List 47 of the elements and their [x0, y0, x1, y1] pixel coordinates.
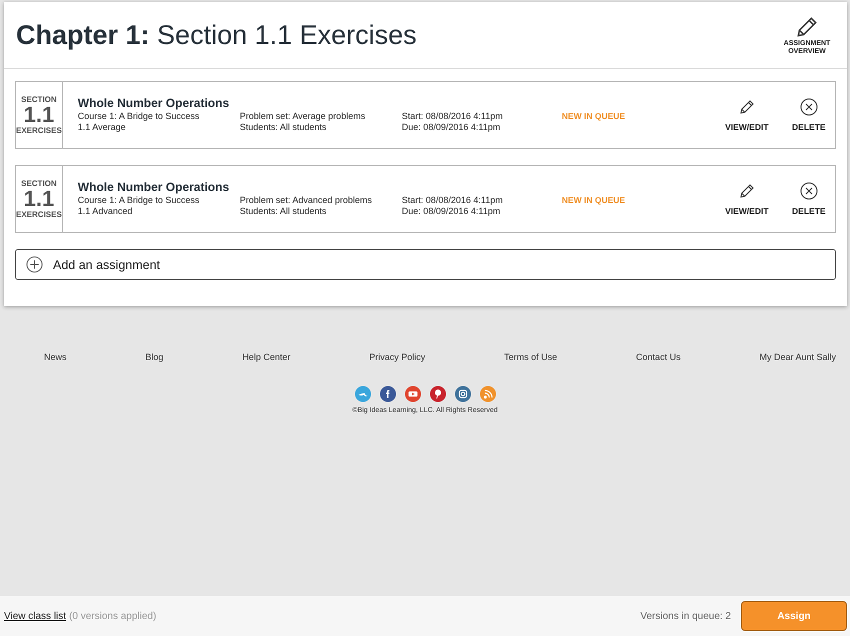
social-icon[interactable]	[454, 386, 470, 402]
social-icon[interactable]	[404, 386, 420, 402]
badge-label: EXERCISES	[16, 210, 62, 219]
pencil-icon	[738, 182, 756, 200]
delete-button[interactable]: DELETE	[784, 182, 834, 216]
due-date: Due: 08/09/2016 4:11pm	[402, 122, 502, 132]
level-name: 1.1 Average	[78, 122, 127, 132]
view-edit-button[interactable]: VIEW/EDIT	[722, 182, 772, 216]
footer-link[interactable]: Terms of Use	[504, 352, 558, 362]
badge-label: SECTION	[21, 179, 57, 188]
footer-link[interactable]: My Dear Aunt Sally	[759, 352, 836, 362]
close-icon	[800, 182, 818, 200]
badge-number: 1.1	[24, 104, 54, 126]
page-title: Chapter 1: Section 1.1 Exercises	[16, 20, 417, 50]
badge-number: 1.1	[24, 188, 54, 210]
close-icon	[800, 98, 818, 116]
problem-set: Problem set: Average problems	[240, 111, 366, 121]
delete-button[interactable]: DELETE	[784, 98, 834, 132]
course-name: Course 1: A Bridge to Success	[78, 195, 200, 205]
footer-link[interactable]: Help Center	[242, 352, 290, 362]
plus-icon	[26, 256, 43, 273]
versions-in-queue: Versions in queue: 2	[640, 610, 731, 622]
status-label: NEW IN QUEUE	[562, 195, 626, 205]
status-label: NEW IN QUEUE	[562, 111, 626, 121]
start-date: Start: 08/08/2016 4:11pm	[402, 111, 504, 121]
assignment-title: Whole Number Operations	[78, 180, 230, 194]
assignment-title: Whole Number Operations	[78, 96, 230, 110]
footer-link[interactable]: Contact Us	[636, 352, 681, 362]
due-date: Due: 08/09/2016 4:11pm	[402, 206, 502, 216]
footer-link[interactable]: Blog	[145, 352, 164, 362]
start-date: Start: 08/08/2016 4:11pm	[402, 195, 504, 205]
level-name: 1.1 Advanced	[78, 206, 134, 216]
course-name: Course 1: A Bridge to Success	[78, 111, 200, 121]
problem-set: Problem set: Advanced problems	[240, 195, 373, 205]
pencil-icon	[738, 98, 756, 116]
add-assignment-button[interactable]: Add an assignment	[15, 249, 836, 280]
students: Students: All students	[240, 206, 328, 216]
versions-applied: (0 versions applied)	[69, 610, 158, 622]
badge-label: SECTION	[21, 95, 57, 104]
social-icon[interactable]	[380, 386, 396, 402]
social-icon[interactable]	[430, 386, 446, 402]
students: Students: All students	[240, 122, 328, 132]
footer-link[interactable]: News	[44, 352, 67, 362]
view-class-list-link[interactable]: View class list	[4, 610, 66, 622]
footer-link[interactable]: Privacy Policy	[369, 352, 426, 362]
view-edit-button[interactable]: VIEW/EDIT	[722, 98, 772, 132]
badge-label: EXERCISES	[16, 126, 62, 135]
